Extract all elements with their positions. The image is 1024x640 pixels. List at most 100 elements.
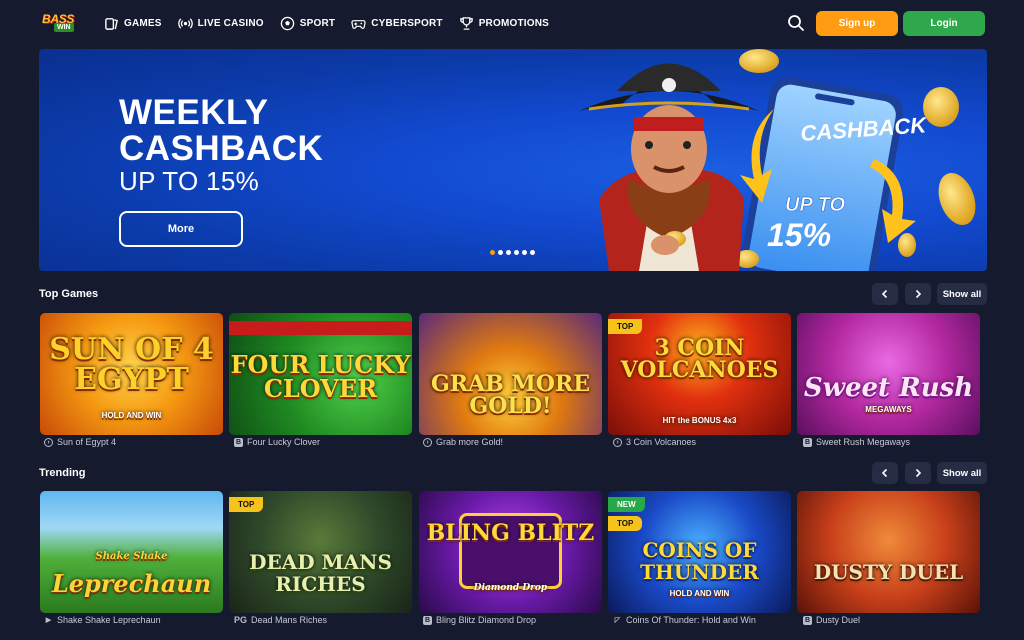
ribbon xyxy=(229,321,412,335)
nav-sport[interactable]: SPORT xyxy=(280,16,335,31)
chevron-left-icon xyxy=(881,289,888,299)
nav-games[interactable]: GAMES xyxy=(104,16,162,31)
gamepad-icon xyxy=(351,19,366,29)
game-art xyxy=(797,491,980,613)
game-art-title: GRAB MORE GOLD! xyxy=(431,371,590,419)
game-name: Grab more Gold! xyxy=(436,437,504,447)
game-art-subtitle: Shake Shake xyxy=(95,551,168,562)
game-caption[interactable]: ▶ Shake Shake Leprechaun xyxy=(44,615,161,625)
game-art-subtitle: HIT the BONUS 4x3 xyxy=(662,416,737,425)
trophy-icon xyxy=(459,16,473,30)
chevron-right-icon xyxy=(915,468,922,478)
nav-promotions[interactable]: PROMOTIONS xyxy=(459,16,549,31)
nav-label: LIVE CASINO xyxy=(197,17,264,29)
trending-prev-button[interactable] xyxy=(872,462,898,484)
game-card-bling-blitz-diamond-drop[interactable]: BLING BLITZ Diamond Drop xyxy=(419,491,602,613)
provider-icon: B xyxy=(803,437,812,447)
game-name: Shake Shake Leprechaun xyxy=(57,615,161,625)
game-caption[interactable]: › 3 Coin Volcanoes xyxy=(613,437,696,447)
provider-icon: ▶ xyxy=(45,617,52,624)
game-name: Bling Blitz Diamond Drop xyxy=(436,615,537,625)
nav-label: PROMOTIONS xyxy=(478,17,550,29)
game-caption[interactable]: › Grab more Gold! xyxy=(423,437,503,447)
game-name: Four Lucky Clover xyxy=(247,437,321,447)
game-caption[interactable]: PG Dead Mans Riches xyxy=(234,615,327,625)
carousel-dot[interactable] xyxy=(522,250,527,255)
game-art-title: Sweet Rush xyxy=(803,373,974,403)
game-art-title: DUSTY DUEL xyxy=(813,560,964,584)
header: BASS WIN GAMES LIVE CASINO SPORT CYBERSP… xyxy=(0,0,1024,46)
top-badge: TOP xyxy=(608,516,643,531)
banner-title: WEEKLY CASHBACK xyxy=(119,95,323,167)
game-name: Sweet Rush Megaways xyxy=(816,437,911,447)
top-games-next-button[interactable] xyxy=(905,283,931,305)
game-card-shake-shake-leprechaun[interactable]: Shake Shake Leprechaun xyxy=(40,491,223,613)
game-caption[interactable]: B Bling Blitz Diamond Drop xyxy=(423,615,536,625)
provider-icon: PG xyxy=(234,615,248,625)
banner-more-button[interactable]: More xyxy=(119,211,243,247)
trending-title: Trending xyxy=(39,467,86,479)
login-button[interactable]: Login xyxy=(903,11,985,36)
game-name: Dusty Duel xyxy=(816,615,861,625)
game-art-title: FOUR LUCKY CLOVER xyxy=(230,350,411,403)
game-art-title: 3 COIN VOLCANOES xyxy=(620,335,779,383)
trending-next-button[interactable] xyxy=(905,462,931,484)
provider-icon: B xyxy=(803,615,812,625)
game-card-grab-more-gold[interactable]: GRAB MORE GOLD! xyxy=(419,313,602,435)
new-badge: NEW xyxy=(608,497,645,512)
top-badge: TOP xyxy=(229,497,264,512)
pirate-cashback-illustration: CASHBACK UP TO 15% xyxy=(579,49,976,271)
cards-icon xyxy=(105,17,118,30)
game-caption[interactable]: › Sun of Egypt 4 xyxy=(44,437,116,447)
game-art-subtitle: Diamond Drop xyxy=(473,583,548,593)
carousel-dot[interactable] xyxy=(530,250,535,255)
provider-icon: B xyxy=(423,615,432,625)
carousel-dot[interactable] xyxy=(490,250,495,255)
phone-percent-text: 15% xyxy=(767,217,831,253)
carousel-dot[interactable] xyxy=(498,250,503,255)
game-art-title: BLING BLITZ xyxy=(426,520,595,546)
game-name: Dead Mans Riches xyxy=(251,615,328,625)
banner-subtitle: UP TO 15% xyxy=(119,166,259,196)
logo[interactable]: BASS WIN xyxy=(42,12,80,34)
game-card-four-lucky-clover[interactable]: FOUR LUCKY CLOVER xyxy=(229,313,412,435)
game-card-coins-of-thunder[interactable]: COINS OF THUNDER HOLD AND WIN NEW TOP xyxy=(608,491,791,613)
game-art-title: COINS OF THUNDER xyxy=(640,538,759,584)
game-card-sweet-rush-megaways[interactable]: Sweet Rush MEGAWAYS xyxy=(797,313,980,435)
top-games-show-all-button[interactable]: Show all xyxy=(937,283,987,305)
game-card-dead-mans-riches[interactable]: DEAD MANS RICHES TOP xyxy=(229,491,412,613)
broadcast-icon xyxy=(177,17,193,29)
main-nav: GAMES LIVE CASINO SPORT CYBERSPORT PROMO… xyxy=(104,0,549,46)
signup-button[interactable]: Sign up xyxy=(816,11,898,36)
game-card-3-coin-volcanoes[interactable]: 3 COIN VOLCANOES HIT the BONUS 4x3 TOP xyxy=(608,313,791,435)
game-caption[interactable]: B Dusty Duel xyxy=(803,615,860,625)
game-card-dusty-duel[interactable]: DUSTY DUEL xyxy=(797,491,980,613)
game-caption[interactable]: B Sweet Rush Megaways xyxy=(803,437,910,447)
game-card-sun-of-egypt-4[interactable]: SUN OF 4 EGYPT HOLD AND WIN xyxy=(40,313,223,435)
search-icon[interactable] xyxy=(787,14,805,32)
game-art-title: DEAD MANS RICHES xyxy=(249,550,392,596)
game-art-subtitle: HOLD AND WIN xyxy=(101,411,162,420)
carousel-dot[interactable] xyxy=(506,250,511,255)
nav-label: GAMES xyxy=(124,17,162,29)
nav-cybersport[interactable]: CYBERSPORT xyxy=(351,16,442,31)
top-games-prev-button[interactable] xyxy=(872,283,898,305)
game-art-subtitle: HOLD AND WIN xyxy=(669,589,730,598)
banner-title-line1: WEEKLY xyxy=(119,93,269,132)
game-name: 3 Coin Volcanoes xyxy=(626,437,697,447)
nav-label: CYBERSPORT xyxy=(371,17,443,29)
banner-title-line2: CASHBACK xyxy=(119,129,324,168)
chevron-left-icon xyxy=(881,468,888,478)
promo-banner[interactable]: CASHBACK UP TO 15% WEEKLY CASHBACK UP TO… xyxy=(39,49,987,271)
top-games-title: Top Games xyxy=(39,288,99,300)
game-name: Coins Of Thunder: Hold and Win xyxy=(626,615,756,625)
trending-show-all-button[interactable]: Show all xyxy=(937,462,987,484)
top-badge: TOP xyxy=(608,319,643,334)
carousel-dot[interactable] xyxy=(514,250,519,255)
game-caption[interactable]: B Four Lucky Clover xyxy=(234,437,320,447)
provider-icon: › xyxy=(613,437,622,447)
nav-label: SPORT xyxy=(299,17,336,29)
game-caption[interactable]: ◸ Coins Of Thunder: Hold and Win xyxy=(613,615,756,625)
soccer-ball-icon xyxy=(280,16,295,30)
nav-live-casino[interactable]: LIVE CASINO xyxy=(177,16,264,31)
